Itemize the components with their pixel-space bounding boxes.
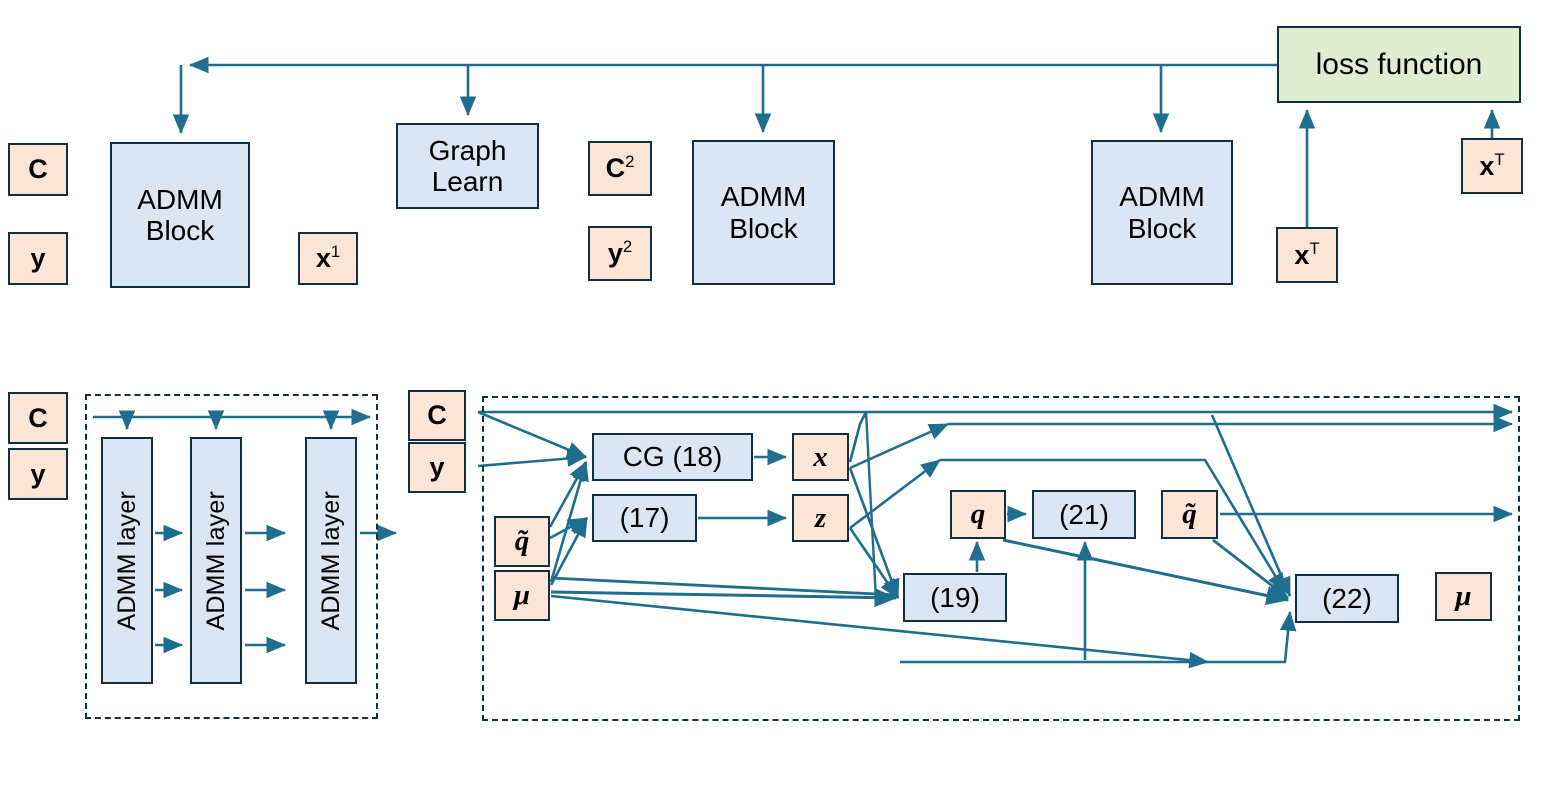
- input-y-bottom-left: y: [8, 448, 68, 500]
- variable-x-label: x: [813, 440, 828, 473]
- variable-z-label: z: [814, 501, 827, 534]
- input-y-top: y: [8, 232, 68, 285]
- input-c-bottom-right-label: C: [427, 400, 447, 431]
- eq-21-block[interactable]: (21): [1032, 490, 1136, 539]
- eq-22-block[interactable]: (22): [1295, 574, 1399, 623]
- graph-learn-line2: Learn: [431, 166, 504, 197]
- cg-18-label: CG (18): [622, 441, 723, 473]
- admm-block-3[interactable]: ADMM Block: [1091, 140, 1233, 285]
- admm-block-2[interactable]: ADMM Block: [692, 140, 835, 285]
- input-mu-label: μ: [513, 579, 531, 612]
- admm-layer-1-label: ADMM layer: [113, 490, 141, 631]
- admm-block-2-line1: ADMM: [720, 181, 807, 213]
- output-qtilde-label: q̃: [1182, 498, 1197, 531]
- input-c-bottom-left: C: [8, 392, 68, 444]
- loss-function-label: loss function: [1315, 47, 1483, 81]
- admm-block-1-line2: Block: [145, 215, 215, 246]
- input-y-bottom-right-label: y: [429, 452, 445, 483]
- output-mu-label: μ: [1455, 580, 1472, 613]
- diagram-canvas: C y ADMM Block x1 Graph Learn C2 y2 ADMM…: [0, 0, 1549, 802]
- variable-xT-mid-label: xT: [1294, 238, 1320, 270]
- graph-learn-block[interactable]: Graph Learn: [396, 123, 539, 209]
- variable-xT-right: xT: [1461, 138, 1523, 194]
- variable-x: x: [792, 433, 849, 481]
- admm-block-2-line2: Block: [729, 212, 798, 244]
- admm-layer-2-label: ADMM layer: [202, 490, 230, 631]
- input-c-bottom-left-label: C: [28, 402, 48, 433]
- variable-y2: y2: [588, 226, 652, 281]
- variable-xT-right-label: xT: [1479, 149, 1505, 181]
- loss-function-block[interactable]: loss function: [1277, 26, 1521, 103]
- eq-17-block[interactable]: (17): [592, 494, 697, 542]
- output-qtilde: q̃: [1161, 490, 1218, 539]
- admm-block-1[interactable]: ADMM Block: [110, 142, 250, 288]
- variable-z: z: [792, 494, 849, 542]
- eq-19-label: (19): [930, 581, 980, 613]
- eq-21-label: (21): [1059, 498, 1109, 530]
- admm-layer-3[interactable]: ADMM layer: [305, 437, 357, 684]
- variable-c2-label: C2: [605, 152, 635, 184]
- admm-block-1-line1: ADMM: [137, 183, 223, 215]
- variable-xT-mid: xT: [1276, 227, 1338, 283]
- variable-x1: x1: [298, 232, 358, 285]
- input-c-top-label: C: [28, 154, 48, 185]
- eq-22-label: (22): [1322, 582, 1372, 614]
- input-qtilde-label: q̃: [514, 525, 530, 558]
- input-c-top: C: [8, 143, 68, 196]
- input-qtilde: q̃: [494, 516, 550, 567]
- admm-block-3-line1: ADMM: [1119, 181, 1205, 213]
- input-mu: μ: [494, 570, 550, 621]
- input-c-bottom-right: C: [408, 390, 466, 441]
- output-mu: μ: [1435, 572, 1492, 621]
- input-y-bottom-left-label: y: [30, 458, 46, 489]
- admm-layer-2[interactable]: ADMM layer: [190, 437, 242, 684]
- variable-q-label: q: [970, 498, 986, 531]
- cg-18-block[interactable]: CG (18): [592, 433, 753, 481]
- variable-x1-label: x1: [315, 242, 341, 274]
- admm-layer-1[interactable]: ADMM layer: [101, 437, 153, 684]
- input-y-top-label: y: [30, 243, 46, 274]
- eq-19-block[interactable]: (19): [903, 573, 1007, 622]
- variable-q: q: [950, 490, 1006, 539]
- eq-17-label: (17): [619, 502, 670, 534]
- variable-c2: C2: [588, 141, 652, 196]
- admm-layer-3-label: ADMM layer: [317, 490, 345, 631]
- graph-learn-line1: Graph: [428, 134, 507, 166]
- admm-block-3-line2: Block: [1127, 212, 1197, 244]
- input-y-bottom-right: y: [408, 442, 466, 493]
- variable-y2-label: y2: [607, 237, 633, 269]
